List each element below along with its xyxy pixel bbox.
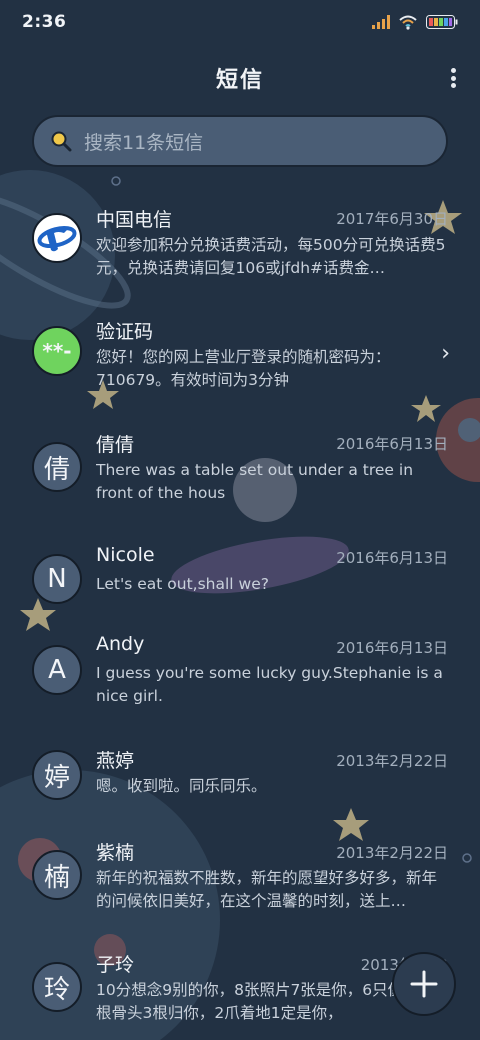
more-dot-icon <box>450 68 456 73</box>
status-bar: 2:36 <box>0 0 480 44</box>
status-time: 2:36 <box>22 12 67 32</box>
conversation-item[interactable]: 楠 紫楠 2013年2月22日 新年的祝福数不胜数，新年的愿望好多好多，新年的问… <box>0 838 480 950</box>
conversation-date: 2016年6月13日 <box>336 639 448 657</box>
conversation-snippet: There was a table set out under a tree i… <box>96 461 414 502</box>
contact-avatar: A <box>32 645 82 695</box>
conversation-date: 2017年6月30日 <box>336 210 448 228</box>
telecom-logo-avatar <box>32 213 82 263</box>
conversation-item[interactable]: 婷 燕婷 2013年2月22日 嗯。收到啦。同乐同乐。 <box>0 738 480 838</box>
page-title: 短信 <box>215 68 264 93</box>
contact-avatar: 婷 <box>32 750 82 800</box>
more-dot-icon <box>450 83 456 88</box>
conversation-name: 紫楠 <box>96 842 135 864</box>
conversation-date: 2016年6月13日 <box>336 549 448 567</box>
contact-avatar: 玲 <box>32 962 82 1012</box>
wifi-icon <box>399 15 417 30</box>
conversation-date: 2013年2月22日 <box>336 752 448 770</box>
search-placeholder: 搜索11条短信 <box>84 131 204 154</box>
conversation-name: 燕婷 <box>96 750 135 772</box>
conversation-snippet: I guess you're some lucky guy.Stephanie … <box>96 664 443 705</box>
conversation-snippet: 您好！您的网上营业厅登录的随机密码为：710679。有效时间为3分钟 <box>96 348 391 389</box>
conversation-name: Nicole <box>96 544 155 566</box>
chevron-right-icon[interactable]: › <box>441 341 450 366</box>
more-dot-icon <box>450 75 456 81</box>
conversation-name: 倩倩 <box>96 434 135 456</box>
conversation-snippet: 新年的祝福数不胜数，新年的愿望好多好多，新年的问候依旧美好，在这个温馨的时刻，送… <box>96 869 438 910</box>
signal-icon <box>372 15 390 29</box>
search-bar[interactable]: 搜索11条短信 <box>32 115 448 167</box>
telecom-logo-icon <box>37 225 77 252</box>
contact-avatar: N <box>32 554 82 604</box>
verification-avatar: **- <box>32 326 82 376</box>
conversation-date: 2016年6月13日 <box>336 435 448 453</box>
status-icons <box>372 14 458 30</box>
plus-icon <box>410 970 438 998</box>
conversation-name: Andy <box>96 633 145 655</box>
search-icon <box>51 131 72 152</box>
conversation-item[interactable]: A Andy 2016年6月13日 I guess you're some lu… <box>0 625 480 737</box>
battery-icon <box>426 15 458 29</box>
conversation-item[interactable]: N Nicole 2016年6月13日 Let's eat out,shall … <box>0 532 480 624</box>
new-message-button[interactable] <box>392 952 456 1016</box>
conversation-date: 2013年2月22日 <box>336 844 448 862</box>
contact-avatar: 楠 <box>32 850 82 900</box>
conversation-snippet: 嗯。收到啦。同乐同乐。 <box>96 777 267 795</box>
conversation-item[interactable]: **- 验证码 您好！您的网上营业厅登录的随机密码为：710679。有效时间为3… <box>0 307 480 419</box>
conversation-item[interactable]: 中国电信 2017年6月30日 欢迎参加积分兑换话费活动，每500分可兑换话费5… <box>0 195 480 307</box>
conversation-name: 中国电信 <box>96 209 173 231</box>
contact-avatar: 倩 <box>32 442 82 492</box>
conversation-name: 验证码 <box>96 321 154 343</box>
conversation-name: 子玲 <box>96 954 135 976</box>
app-header: 短信 <box>0 50 480 106</box>
conversation-snippet: 欢迎参加积分兑换话费活动，每500分可兑换话费5元，兑换话费请回复106或jfd… <box>96 236 446 277</box>
conversation-item[interactable]: 倩 倩倩 2016年6月13日 There was a table set ou… <box>0 420 480 532</box>
conversation-snippet: Let's eat out,shall we? <box>96 575 269 593</box>
more-options-button[interactable] <box>446 64 460 92</box>
